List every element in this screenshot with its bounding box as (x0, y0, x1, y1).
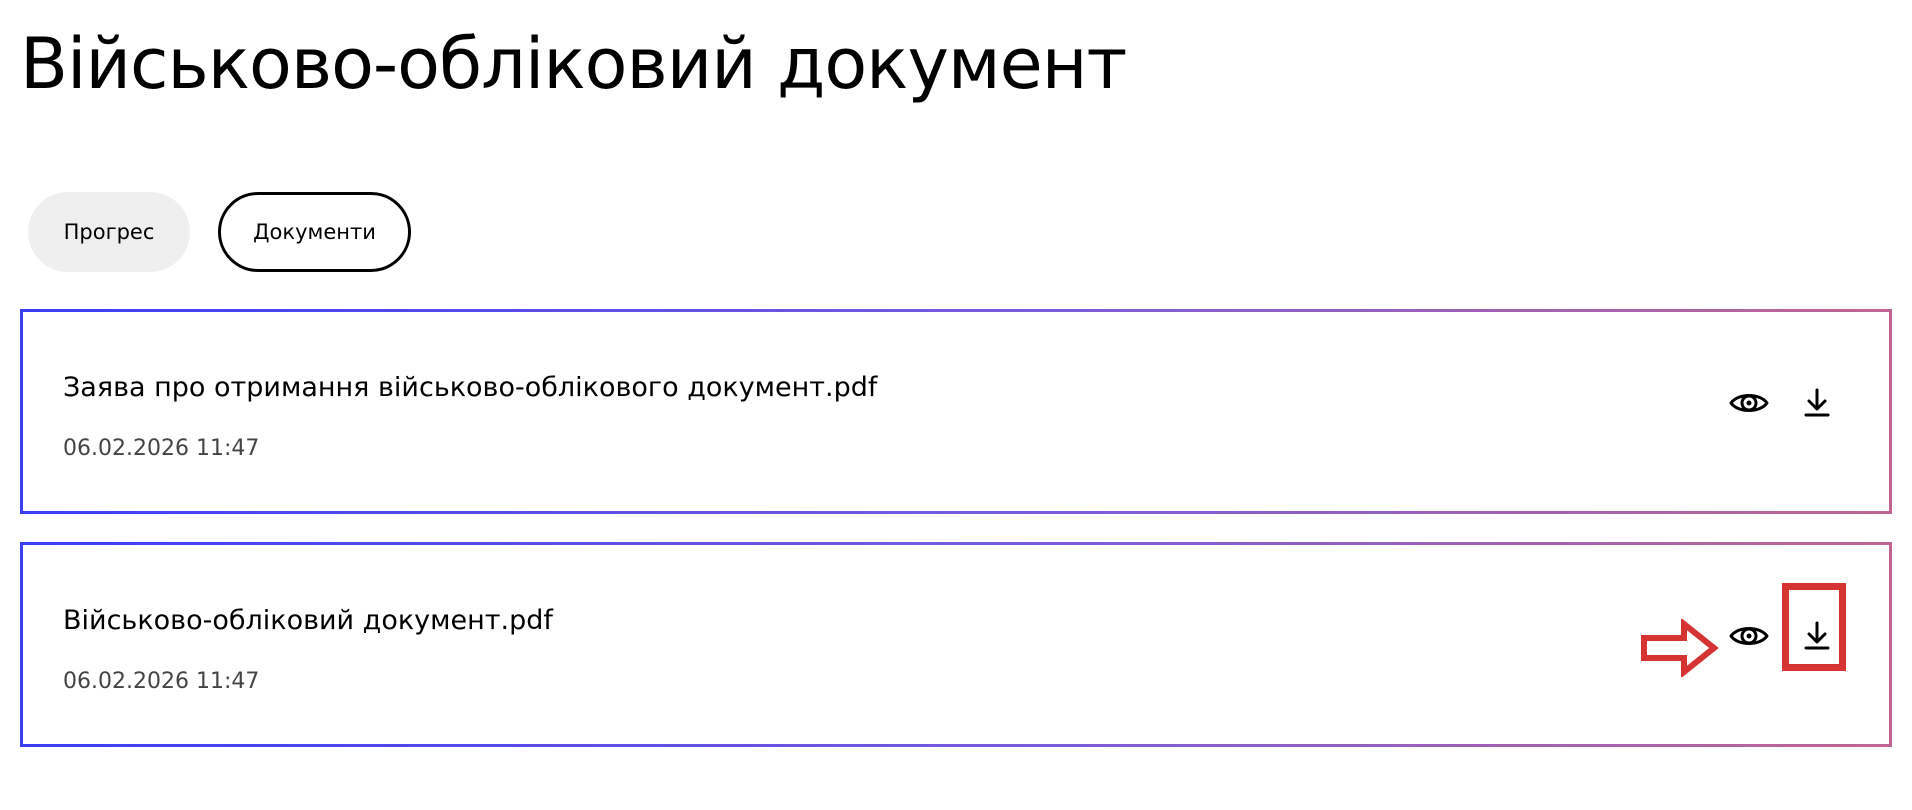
eye-icon (1729, 394, 1769, 412)
document-card: Військово-обліковий документ.pdf 06.02.2… (20, 542, 1892, 747)
eye-icon (1729, 627, 1769, 645)
tab-documents[interactable]: Документи (218, 192, 411, 272)
annotation-highlight-box (1782, 583, 1846, 671)
document-card: Заява про отримання військово-облікового… (20, 309, 1892, 514)
view-button[interactable] (1726, 613, 1772, 659)
page-title: Військово-обліковий документ (20, 23, 1127, 105)
document-name: Заява про отримання військово-облікового… (63, 372, 878, 403)
document-date: 06.02.2026 11:47 (63, 436, 260, 461)
download-button[interactable] (1794, 380, 1840, 426)
tab-bar: Прогрес Документи (28, 192, 411, 272)
annotation-arrow-icon (1641, 619, 1719, 677)
document-date: 06.02.2026 11:47 (63, 669, 260, 694)
tab-progress[interactable]: Прогрес (28, 192, 190, 272)
view-button[interactable] (1726, 380, 1772, 426)
download-icon (1804, 388, 1830, 417)
document-name: Військово-обліковий документ.pdf (63, 605, 553, 636)
